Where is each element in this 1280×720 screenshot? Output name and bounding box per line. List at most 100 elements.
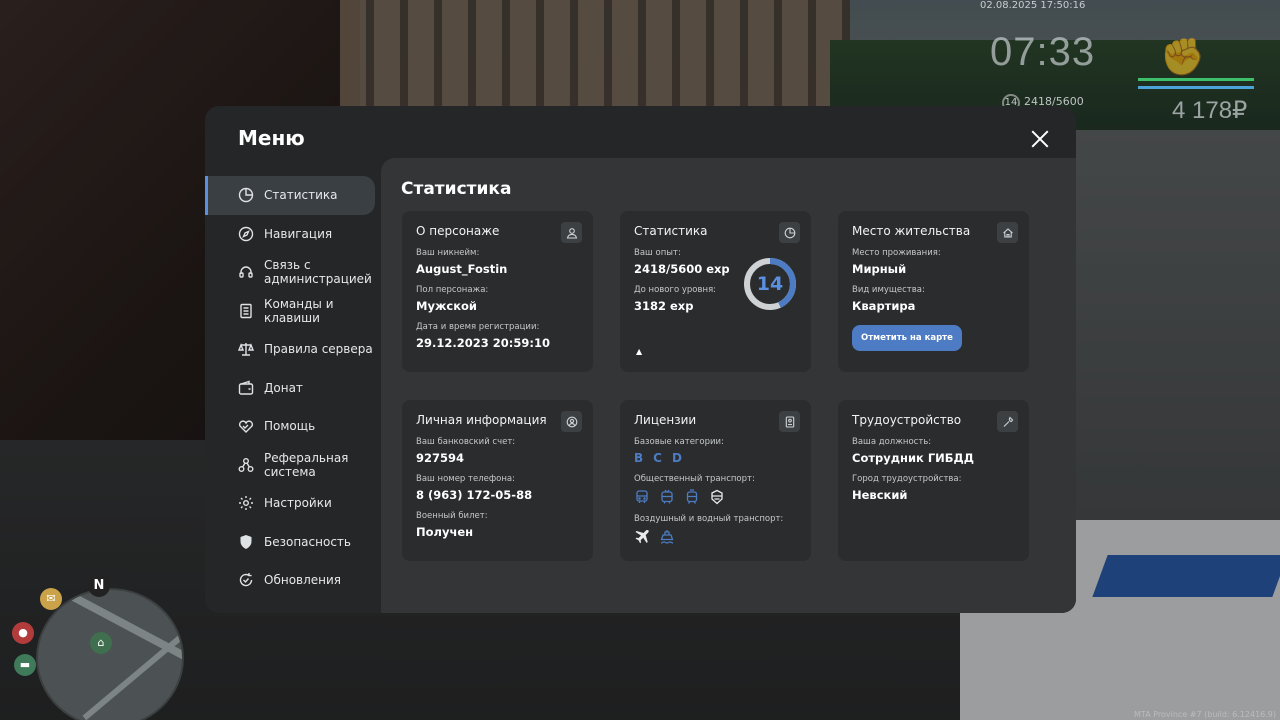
property-type-value: Квартира (852, 299, 916, 313)
sidebar-item-referral[interactable]: Реферальная система (205, 446, 377, 485)
gender-label: Пол персонажа: (416, 285, 489, 295)
pie-chart-icon (779, 222, 800, 243)
sidebar-item-admin-contact[interactable]: Связь с администрацией (205, 253, 377, 292)
card-title: Личная информация (416, 413, 547, 427)
build-info: MTA Province #7 (build: 6.12416.9) (1134, 710, 1276, 719)
licenses-card: Лицензии Базовые категории: B C D Общест… (620, 400, 811, 561)
police-icon: ● (12, 622, 34, 644)
gender-value: Мужской (416, 299, 477, 313)
armor-bar (1138, 86, 1254, 89)
base-categories: B C D (634, 451, 797, 465)
statistics-card: Статистика Ваш опыт: 2418/5600 exp До но… (620, 211, 811, 372)
residence-card: Место жительства Место проживания: Мирны… (838, 211, 1029, 372)
air-water-transport-icons (634, 529, 797, 545)
shield-icon (238, 534, 254, 550)
sidebar: Статистика Навигация Связь с администрац… (205, 176, 377, 600)
license-category: D (671, 451, 682, 465)
sidebar-item-label: Навигация (264, 226, 333, 241)
sidebar-item-settings[interactable]: Настройки (205, 484, 377, 523)
phone-value: 8 (963) 172-05-88 (416, 488, 533, 502)
sidebar-item-help[interactable]: Помощь (205, 407, 377, 446)
bank-account-label: Ваш банковский счет: (416, 437, 516, 447)
card-title: Статистика (634, 224, 708, 238)
hud-datetime: 02.08.2025 17:50:16 (980, 0, 1086, 11)
license-category: B (634, 451, 644, 465)
sidebar-item-rules[interactable]: Правила сервера (205, 330, 377, 369)
phone-label: Ваш номер телефона: (416, 474, 515, 484)
sidebar-item-label: Донат (264, 380, 303, 395)
military-id-value: Получен (416, 525, 474, 539)
wallet-icon (238, 380, 254, 396)
registration-label: Дата и время регистрации: (416, 322, 540, 332)
handshake-icon (238, 418, 254, 434)
mouse-cursor-icon: ▲ (636, 347, 643, 356)
referral-icon (238, 457, 254, 473)
metro-icon (709, 489, 725, 505)
sidebar-item-label: Связь с администрацией (264, 258, 372, 287)
health-bar (1138, 78, 1254, 81)
residence-place-label: Место проживания: (852, 248, 941, 258)
trolleybus-icon (659, 489, 675, 505)
airplane-icon (634, 529, 650, 545)
card-title: О персонаже (416, 224, 500, 238)
personal-info-card: Личная информация Ваш банковский счет: 9… (402, 400, 593, 561)
pie-chart-icon (238, 187, 254, 203)
job-position-label: Ваша должность: (852, 437, 932, 447)
tools-icon (997, 411, 1018, 432)
sidebar-item-label: Правила сервера (264, 342, 373, 357)
public-transport-icons (634, 489, 797, 505)
north-icon: N (88, 575, 110, 597)
minimap (36, 588, 184, 720)
job-city-value: Невский (852, 488, 908, 502)
menu-window: Меню Статистика Навигация Связь с админи… (205, 106, 1076, 613)
compass-icon (238, 226, 254, 242)
content-area: Статистика О персонаже Ваш никнейм: Augu… (381, 158, 1076, 613)
sidebar-item-security[interactable]: Безопасность (205, 523, 377, 562)
user-icon (561, 222, 582, 243)
sidebar-item-label: Статистика (264, 188, 338, 203)
content-title: Статистика (401, 179, 512, 199)
sidebar-item-label: Помощь (264, 419, 316, 434)
sidebar-item-label: Команды и клавиши (264, 296, 334, 325)
close-icon[interactable] (1027, 126, 1053, 152)
bank-account-value: 927594 (416, 451, 465, 465)
level-number: 14 (756, 273, 784, 295)
id-card-icon (779, 411, 800, 432)
residence-place-value: Мирный (852, 262, 907, 276)
sidebar-item-label: Обновления (264, 573, 342, 588)
sidebar-item-updates[interactable]: Обновления (205, 561, 377, 600)
house-icon: ⌂ (90, 632, 112, 654)
sidebar-item-donate[interactable]: Донат (205, 369, 377, 408)
sidebar-item-commands[interactable]: Команды и клавиши (205, 292, 377, 331)
ship-icon (659, 529, 675, 545)
sidebar-item-label: Реферальная система (264, 450, 349, 479)
mail-icon: ✉ (40, 588, 62, 610)
tram-icon (684, 489, 700, 505)
document-icon (238, 303, 254, 319)
gear-icon (238, 495, 254, 511)
air-water-transport-label: Воздушный и водный транспорт: (634, 514, 784, 524)
mark-on-map-button[interactable]: Отметить на карте (852, 325, 962, 351)
home-icon (997, 222, 1018, 243)
public-transport-label: Общественный транспорт: (634, 474, 755, 484)
character-card: О персонаже Ваш никнейм: August_Fostin П… (402, 211, 593, 372)
card-title: Лицензии (634, 413, 697, 427)
job-position-value: Сотрудник ГИБДД (852, 451, 975, 465)
hud-clock: 07:33 (990, 30, 1096, 74)
car-map-icon: ▬ (14, 654, 36, 676)
sidebar-item-label: Безопасность (264, 534, 351, 549)
fist-icon: ✊ (1160, 37, 1205, 78)
employment-card: Трудоустройство Ваша должность: Сотрудни… (838, 400, 1029, 561)
sidebar-item-navigation[interactable]: Навигация (205, 215, 377, 254)
headset-icon (238, 264, 254, 280)
nickname-label: Ваш никнейм: (416, 248, 480, 258)
card-title: Место жительства (852, 224, 971, 238)
bus-icon (634, 489, 650, 505)
profile-icon (561, 411, 582, 432)
nickname-value: August_Fostin (416, 262, 508, 276)
sidebar-item-label: Настройки (264, 496, 332, 511)
sidebar-item-statistics[interactable]: Статистика (205, 176, 375, 215)
update-icon (238, 572, 254, 588)
card-title: Трудоустройство (852, 413, 962, 427)
job-city-label: Город трудоустройства: (852, 474, 962, 484)
